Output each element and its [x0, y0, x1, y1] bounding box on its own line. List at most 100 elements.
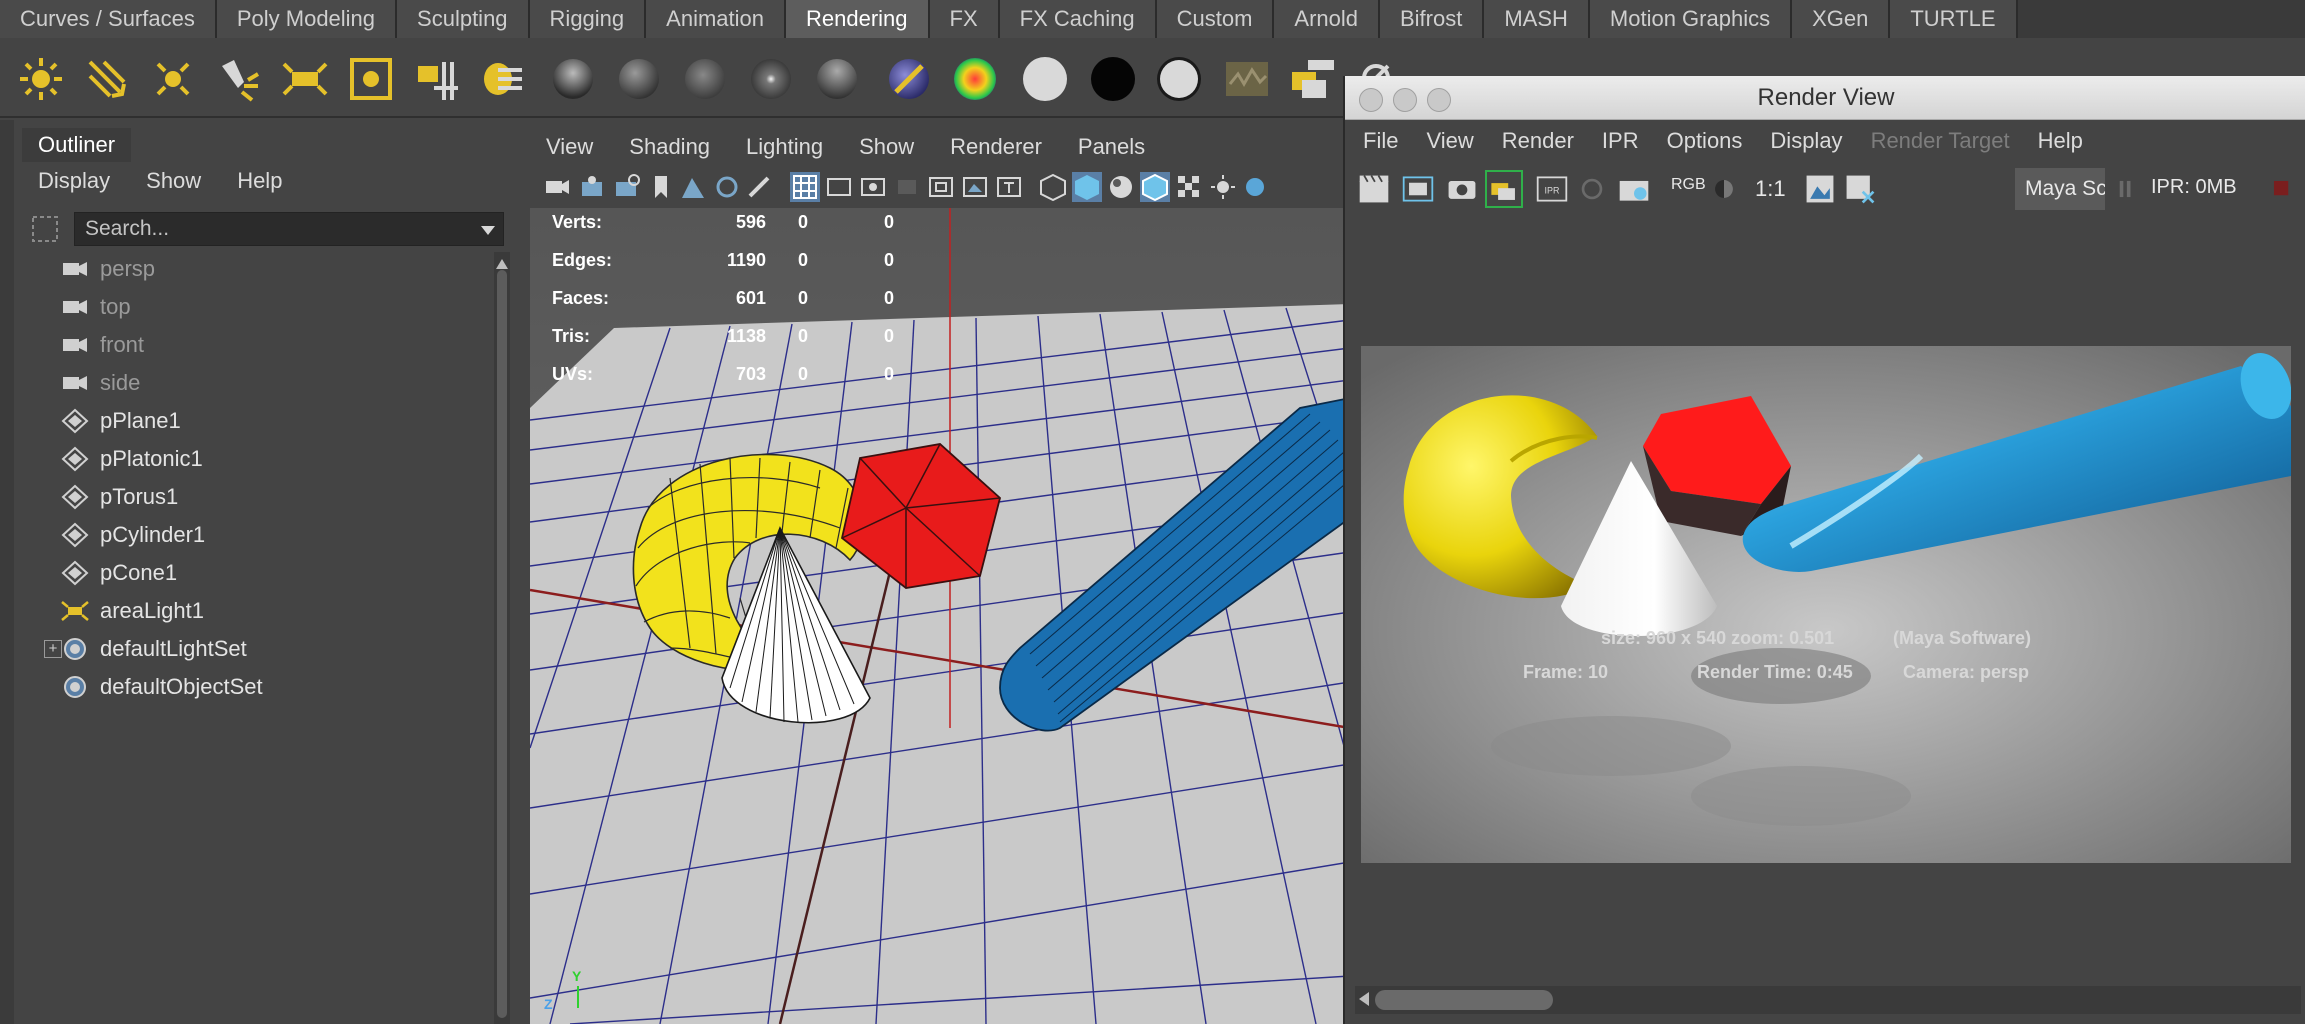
render-region-icon[interactable]	[1399, 170, 1437, 208]
render-view-menu-display[interactable]: Display	[1756, 124, 1856, 158]
camera-settings-icon[interactable]	[612, 172, 642, 202]
shader-ball-icon[interactable]	[614, 54, 664, 104]
render-view-menu-ipr[interactable]: IPR	[1588, 124, 1653, 158]
shelf-tab[interactable]: FX	[929, 0, 1000, 38]
perspective-viewport[interactable]: Verts: 596 0 0 Edges: 1190 0 0 Faces: 60…	[530, 208, 1350, 1024]
safe-title-icon[interactable]	[994, 172, 1024, 202]
viewport-menu-view[interactable]: View	[528, 130, 611, 164]
shelf-tab[interactable]: FX Caching	[999, 0, 1157, 38]
batch-render-icon[interactable]	[1288, 54, 1338, 104]
shelf-tab[interactable]: Custom	[1156, 0, 1275, 38]
field-chart-icon[interactable]	[926, 172, 956, 202]
wireframe-icon[interactable]	[1038, 172, 1068, 202]
outliner-tab[interactable]: Outliner	[22, 128, 132, 162]
pause-ipr-icon[interactable]	[2107, 170, 2145, 208]
shader-ball-icon[interactable]	[884, 54, 934, 104]
hypershade-icon[interactable]	[478, 54, 528, 104]
render-view-menu-render-target[interactable]: Render Target	[1857, 124, 2024, 158]
camera-attributes-icon[interactable]	[578, 172, 608, 202]
shadows-icon[interactable]	[1240, 172, 1270, 202]
render-view-menu-options[interactable]: Options	[1653, 124, 1757, 158]
shelf-tab[interactable]: Rendering	[786, 0, 930, 38]
outliner-menu-display[interactable]: Display	[20, 164, 128, 198]
shelf-tab[interactable]: Rigging	[529, 0, 647, 38]
shelf-tab[interactable]: Animation	[646, 0, 786, 38]
grease-pencil-icon[interactable]	[744, 172, 774, 202]
outliner-item-side[interactable]: side	[60, 364, 490, 402]
white-swatch-icon[interactable]	[1154, 54, 1204, 104]
viewport-menu-lighting[interactable]: Lighting	[728, 130, 841, 164]
outliner-item-ptorus1[interactable]: pTorus1	[60, 478, 490, 516]
black-swatch-icon[interactable]	[1088, 54, 1138, 104]
directional-light-icon[interactable]	[82, 54, 132, 104]
ambient-light-icon[interactable]	[16, 54, 66, 104]
shader-ball-icon[interactable]	[680, 54, 730, 104]
grid-icon[interactable]	[790, 172, 820, 202]
safe-action-icon[interactable]	[960, 172, 990, 202]
default-material-icon[interactable]	[1106, 172, 1136, 202]
filter-icon[interactable]	[30, 214, 60, 244]
use-all-lights-icon[interactable]	[1208, 172, 1238, 202]
render-view-menu-help[interactable]: Help	[2024, 124, 2097, 158]
outliner-item-front[interactable]: front	[60, 326, 490, 364]
render-view-menu-render[interactable]: Render	[1488, 124, 1588, 158]
outliner-menu-show[interactable]: Show	[128, 164, 219, 198]
outliner-item-arealight1[interactable]: areaLight1	[60, 592, 490, 630]
outliner-item-pcone1[interactable]: pCone1	[60, 554, 490, 592]
area-light-icon[interactable]	[280, 54, 330, 104]
outliner-item-pcylinder1[interactable]: pCylinder1	[60, 516, 490, 554]
shelf-tab[interactable]: XGen	[1792, 0, 1891, 38]
rgb-channel-toggle[interactable]: RGB	[1671, 176, 1706, 194]
real-size-toggle[interactable]: 1:1	[1755, 176, 1786, 202]
chevron-down-icon[interactable]	[478, 220, 498, 240]
point-light-icon[interactable]	[148, 54, 198, 104]
light-editor-icon[interactable]	[412, 54, 462, 104]
viewport-menu-panels[interactable]: Panels	[1060, 130, 1163, 164]
viewport-menu-shading[interactable]: Shading	[611, 130, 728, 164]
shelf-tab[interactable]: Arnold	[1274, 0, 1380, 38]
shelf-tab[interactable]: Poly Modeling	[216, 0, 398, 38]
render-view-menu-file[interactable]: File	[1349, 124, 1412, 158]
render-view-menu-view[interactable]: View	[1412, 124, 1487, 158]
image-plane-icon[interactable]	[678, 172, 708, 202]
render-settings-icon[interactable]	[1615, 170, 1653, 208]
remove-image-icon[interactable]	[1841, 170, 1879, 208]
render-sequence-icon[interactable]	[1485, 170, 1523, 208]
outliner-scrollbar-thumb[interactable]	[497, 270, 507, 1018]
shader-ball-icon[interactable]	[812, 54, 862, 104]
outliner-item-defaultlightset[interactable]: + defaultLightSet	[44, 630, 490, 668]
render-image-canvas[interactable]	[1361, 346, 2291, 863]
shelf-tab[interactable]: Curves / Surfaces	[0, 0, 217, 38]
ipr-render-icon[interactable]: IPR	[1533, 170, 1571, 208]
film-gate-icon[interactable]	[824, 172, 854, 202]
2d-pan-zoom-icon[interactable]	[712, 172, 742, 202]
smooth-shade-icon[interactable]	[1072, 172, 1102, 202]
snapshot-icon[interactable]	[1443, 170, 1481, 208]
shelf-tab[interactable]: Sculpting	[397, 0, 530, 38]
render-icon[interactable]	[1222, 54, 1272, 104]
gate-mask-icon[interactable]	[892, 172, 922, 202]
renderer-dropdown[interactable]: Maya Sc	[2015, 168, 2105, 210]
scroll-up-arrow-icon[interactable]	[496, 256, 508, 269]
ramp-shader-icon[interactable]	[950, 54, 1000, 104]
select-camera-icon[interactable]	[542, 172, 572, 202]
outliner-item-top[interactable]: top	[60, 288, 490, 326]
expand-icon[interactable]: +	[44, 640, 62, 658]
resolution-gate-icon[interactable]	[858, 172, 888, 202]
render-view-hscroll-thumb[interactable]	[1375, 990, 1553, 1010]
shader-ball-icon[interactable]	[548, 54, 598, 104]
refresh-ipr-icon[interactable]	[1573, 170, 1611, 208]
scroll-left-arrow-icon[interactable]	[1359, 992, 1369, 1006]
viewport-menu-renderer[interactable]: Renderer	[932, 130, 1060, 164]
viewport-menu-show[interactable]: Show	[841, 130, 932, 164]
shelf-tab[interactable]: TURTLE	[1890, 0, 2018, 38]
outliner-item-persp[interactable]: persp	[60, 250, 490, 288]
bookmark-icon[interactable]	[646, 172, 676, 202]
wireframe-on-shaded-icon[interactable]	[1140, 172, 1170, 202]
outliner-search-input[interactable]	[74, 212, 504, 246]
spot-light-icon[interactable]	[214, 54, 264, 104]
shelf-tab[interactable]: Bifrost	[1379, 0, 1485, 38]
shader-ball-icon[interactable]	[746, 54, 796, 104]
outliner-item-pplatonic1[interactable]: pPlatonic1	[60, 440, 490, 478]
shelf-tab[interactable]: MASH	[1484, 0, 1590, 38]
